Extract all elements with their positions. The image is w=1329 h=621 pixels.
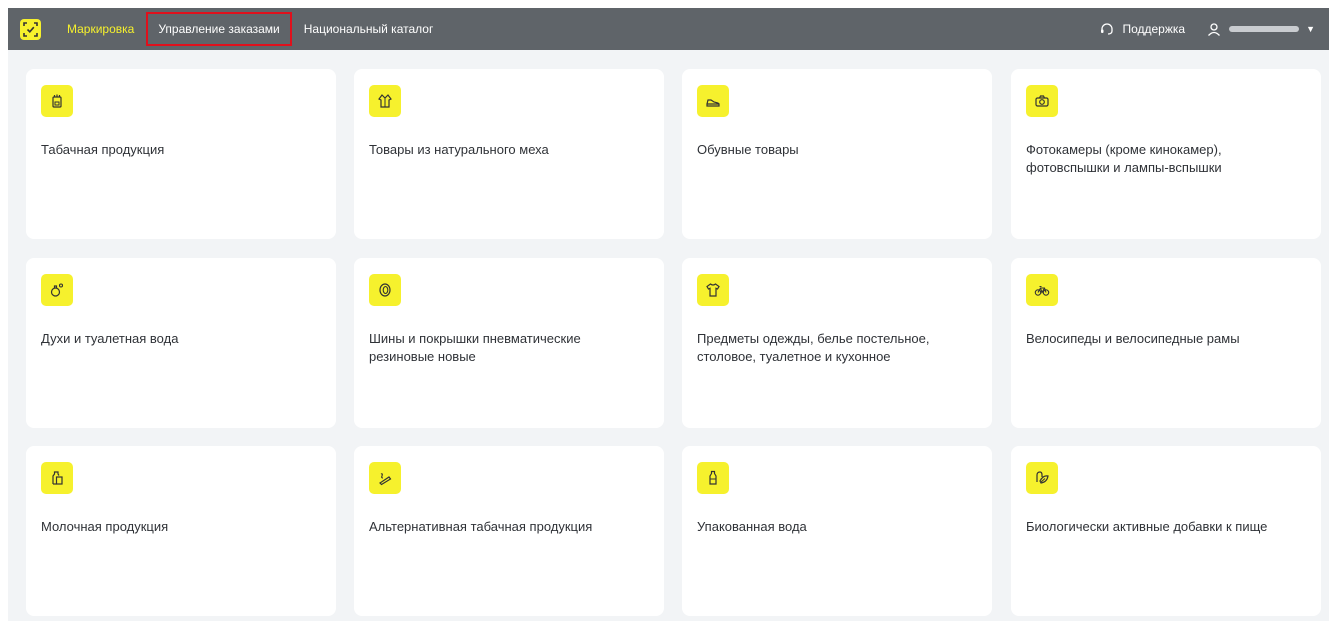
milk-icon: [41, 462, 73, 494]
category-card-dairy[interactable]: Молочная продукция: [26, 446, 336, 616]
perfume-icon: [41, 274, 73, 306]
category-label: Духи и туалетная вода: [41, 331, 179, 346]
nav-marking[interactable]: Маркировка: [55, 12, 146, 46]
category-card-cameras[interactable]: Фотокамеры (кроме кинокамер), фотовспышк…: [1011, 69, 1321, 239]
water-bottle-icon: [697, 462, 729, 494]
tshirt-icon: [697, 274, 729, 306]
shoe-icon: [697, 85, 729, 117]
support-link[interactable]: Поддержка: [1100, 22, 1185, 36]
fur-coat-icon: [369, 85, 401, 117]
user-name-redacted: [1229, 26, 1300, 32]
header-right: Поддержка ▼: [1100, 8, 1315, 50]
top-navigation-bar: Маркировка Управление заказами Националь…: [8, 8, 1329, 50]
category-label: Альтернативная табачная продукция: [369, 519, 593, 534]
category-card-alt-tobacco[interactable]: Альтернативная табачная продукция: [354, 446, 664, 616]
category-label: Табачная продукция: [41, 142, 165, 157]
category-label: Предметы одежды, белье постельное, столо…: [697, 331, 930, 364]
main-nav: Маркировка Управление заказами Националь…: [45, 8, 445, 50]
category-label: Велосипеды и велосипедные рамы: [1026, 331, 1240, 346]
category-label: Обувные товары: [697, 142, 799, 157]
user-icon: [1208, 23, 1221, 36]
tire-icon: [369, 274, 401, 306]
chevron-down-icon: ▼: [1306, 24, 1315, 34]
category-card-tires[interactable]: Шины и покрышки пневматические резиновые…: [354, 258, 664, 428]
camera-icon: [1026, 85, 1058, 117]
logo-icon[interactable]: [20, 18, 41, 40]
category-card-shoes[interactable]: Обувные товары: [682, 69, 992, 239]
category-label: Упакованная вода: [697, 519, 807, 534]
user-menu[interactable]: ▼: [1207, 22, 1315, 36]
category-label: Фотокамеры (кроме кинокамер), фотовспышк…: [1026, 142, 1222, 175]
headset-icon: [1101, 23, 1114, 35]
category-card-clothing[interactable]: Предметы одежды, белье постельное, столо…: [682, 258, 992, 428]
support-label: Поддержка: [1122, 22, 1186, 36]
category-card-fur[interactable]: Товары из натурального меха: [354, 69, 664, 239]
category-label: Молочная продукция: [41, 519, 169, 534]
category-label: Шины и покрышки пневматические резиновые…: [369, 331, 581, 364]
category-card-tobacco[interactable]: Табачная продукция: [26, 69, 336, 239]
nav-order-management[interactable]: Управление заказами: [146, 12, 292, 46]
bicycle-icon: [1026, 274, 1058, 306]
category-card-water[interactable]: Упакованная вода: [682, 446, 992, 616]
cigarette-pack-icon: [41, 85, 73, 117]
category-card-supplements[interactable]: Биологически активные добавки к пище: [1011, 446, 1321, 616]
supplement-icon: [1026, 462, 1058, 494]
category-label: Биологически активные добавки к пище: [1026, 519, 1268, 534]
nav-national-catalog[interactable]: Национальный каталог: [292, 12, 446, 46]
vape-icon: [369, 462, 401, 494]
category-card-perfume[interactable]: Духи и туалетная вода: [26, 258, 336, 428]
category-card-bicycles[interactable]: Велосипеды и велосипедные рамы: [1011, 258, 1321, 428]
category-label: Товары из натурального меха: [369, 142, 549, 157]
